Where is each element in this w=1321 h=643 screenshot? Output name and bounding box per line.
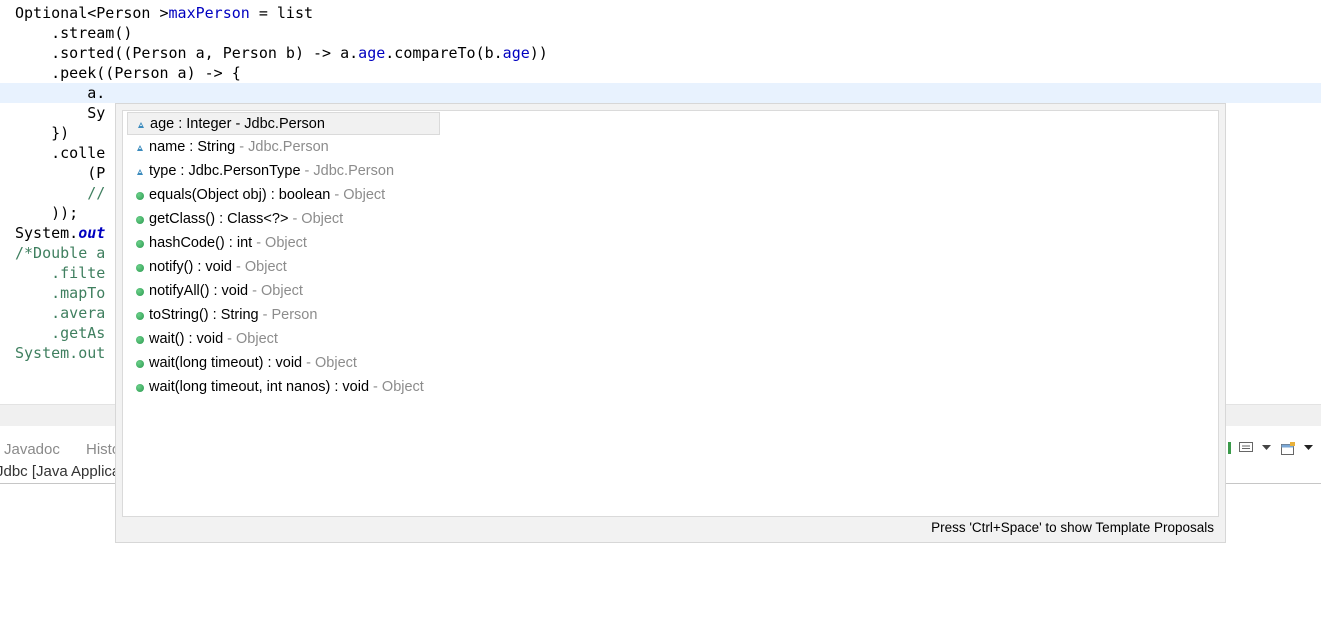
code-token: .getAs: [15, 324, 106, 342]
code-line[interactable]: Optional<Person >maxPerson = list: [0, 3, 1321, 23]
public-method-icon: [134, 328, 146, 351]
view-menu-icon[interactable]: [1300, 440, 1316, 456]
code-token: //: [15, 184, 106, 202]
proposal-item[interactable]: equals(Object obj) : boolean - Object: [127, 184, 440, 207]
code-token: (P: [15, 164, 106, 182]
proposal-signature: notify() : void: [149, 259, 232, 275]
public-method-icon: [134, 304, 146, 327]
proposal-item[interactable]: notifyAll() : void - Object: [127, 280, 440, 303]
code-token: .sorted((Person a, Person b) -> a.: [15, 44, 359, 62]
proposal-declaring-type: - Object: [369, 379, 424, 395]
proposal-signature: equals(Object obj) : boolean: [149, 187, 331, 203]
proposal-item[interactable]: type : Jdbc.PersonType - Jdbc.Person: [127, 160, 440, 183]
public-method-icon: [134, 280, 146, 303]
public-method-icon: [134, 376, 146, 399]
proposal-signature: hashCode() : int: [149, 235, 253, 251]
code-token: .avera: [15, 304, 106, 322]
proposal-declaring-type: - Object: [248, 283, 303, 299]
code-token: .filte: [15, 264, 106, 282]
proposal-signature: wait(long timeout, int nanos) : void: [149, 379, 370, 395]
public-method-icon: [134, 184, 146, 207]
proposal-signature: wait() : void: [149, 331, 224, 347]
code-token: System.: [15, 224, 79, 242]
proposal-declaring-type: - Person: [258, 307, 318, 323]
code-token: = list: [249, 4, 314, 22]
code-token: maxPerson: [168, 4, 250, 22]
public-method-icon: [134, 352, 146, 375]
proposal-item[interactable]: wait(long timeout, int nanos) : void - O…: [127, 376, 440, 399]
proposal-declaring-type: - Object: [232, 259, 287, 275]
proposal-declaring-type: - Jdbc.Person: [300, 163, 395, 179]
code-line[interactable]: .sorted((Person a, Person b) -> a.age.co…: [0, 43, 1321, 63]
code-token: .colle: [15, 144, 106, 162]
code-token: .compareTo(b.: [385, 44, 503, 62]
code-token: }): [15, 124, 70, 142]
proposal-item[interactable]: wait() : void - Object: [127, 328, 440, 351]
proposal-declaring-type: - Jdbc.Person: [231, 116, 325, 132]
proposal-item[interactable]: notify() : void - Object: [127, 256, 440, 279]
field-triangle-icon: [134, 136, 146, 159]
code-line[interactable]: .peek((Person a) -> {: [0, 63, 1321, 83]
proposal-declaring-type: - Object: [330, 187, 386, 203]
code-line[interactable]: a.: [0, 83, 1321, 103]
content-assist-popup: age : Integer - Jdbc.Person name : String…: [115, 103, 1226, 543]
proposal-declaring-type: - Object: [302, 355, 357, 371]
proposal-signature: toString() : String: [149, 307, 259, 323]
proposal-declaring-type: - Object: [252, 235, 307, 251]
code-token: System.out: [15, 344, 106, 362]
display-selected-console-icon[interactable]: [1238, 440, 1254, 456]
open-console-icon[interactable]: [1280, 440, 1296, 456]
proposal-signature: type : Jdbc.PersonType: [149, 163, 301, 179]
code-token: /*Double a: [15, 244, 106, 262]
public-method-icon: [134, 208, 146, 231]
field-triangle-icon: [135, 113, 147, 136]
console-view-toolbar: [1222, 438, 1321, 460]
public-method-icon: [134, 256, 146, 279]
code-token: Sy: [15, 104, 106, 122]
tab-javadoc[interactable]: Javadoc: [4, 440, 60, 460]
assist-status-text: Press 'Ctrl+Space' to show Template Prop…: [931, 520, 1214, 535]
proposal-declaring-type: - Object: [288, 211, 344, 227]
proposal-item[interactable]: age : Integer - Jdbc.Person: [127, 112, 440, 135]
code-token: age: [358, 44, 386, 62]
proposal-item[interactable]: name : String - Jdbc.Person: [127, 136, 440, 159]
proposal-signature: age : Integer: [150, 116, 232, 132]
code-token: .peek((Person a) -> {: [15, 64, 241, 82]
proposal-declaring-type: - Object: [223, 331, 278, 347]
code-token: Optional<Person >: [15, 4, 169, 22]
code-line[interactable]: .stream(): [0, 23, 1321, 43]
public-method-icon: [134, 232, 146, 255]
proposal-item[interactable]: wait(long timeout) : void - Object: [127, 352, 440, 375]
proposal-list[interactable]: age : Integer - Jdbc.Person name : String…: [122, 110, 1219, 517]
proposal-signature: name : String: [149, 139, 236, 155]
proposal-signature: wait(long timeout) : void: [149, 355, 303, 371]
proposal-signature: getClass() : Class<?>: [149, 211, 289, 227]
code-token: out: [78, 224, 106, 242]
tab-javadoc-label: Javadoc: [4, 441, 60, 458]
code-token: a.: [15, 84, 106, 102]
dropdown-arrow-icon[interactable]: [1258, 440, 1274, 456]
proposal-item[interactable]: getClass() : Class<?> - Object: [127, 208, 440, 231]
proposal-item[interactable]: toString() : String - Person: [127, 304, 440, 327]
proposal-declaring-type: - Jdbc.Person: [235, 139, 329, 155]
proposal-signature: notifyAll() : void: [149, 283, 249, 299]
code-token: .stream(): [15, 24, 133, 42]
code-token: )): [529, 44, 548, 62]
code-token: age: [502, 44, 530, 62]
code-token: ));: [15, 204, 79, 222]
field-triangle-icon: [134, 160, 146, 183]
code-token: .mapTo: [15, 284, 106, 302]
proposal-item[interactable]: hashCode() : int - Object: [127, 232, 440, 255]
console-title: Jdbc [Java Applicat: [0, 463, 125, 480]
